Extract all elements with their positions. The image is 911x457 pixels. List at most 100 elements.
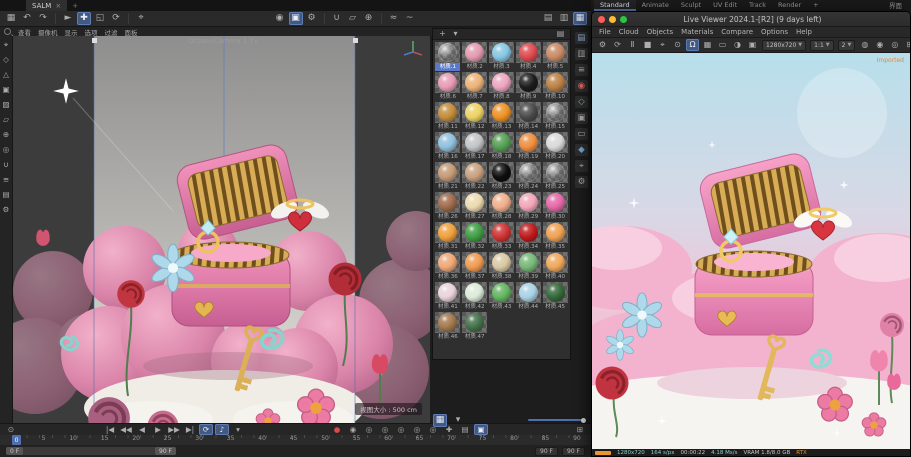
material-swatch[interactable]: 材质.19 bbox=[515, 132, 541, 161]
spline-icon[interactable]: ~ bbox=[403, 12, 417, 25]
viewport-menu-5[interactable]: 面板 bbox=[125, 27, 138, 37]
material-swatch[interactable]: 材质.14 bbox=[515, 102, 541, 131]
material-swatch[interactable]: 材质.24 bbox=[515, 162, 541, 191]
timeline-expand-icon[interactable]: ⊞ bbox=[573, 424, 587, 435]
edges-mode-icon[interactable]: ◇ bbox=[1, 54, 12, 65]
lv-menu-0[interactable]: File bbox=[599, 28, 611, 36]
live-viewer-titlebar[interactable]: Live Viewer 2024.1-[R2] (9 days left) bbox=[592, 12, 910, 27]
material-swatch[interactable]: 材质.39 bbox=[515, 252, 541, 281]
new-tab-button[interactable]: + bbox=[67, 0, 83, 11]
material-swatch[interactable]: 材质.13 bbox=[489, 102, 515, 131]
viewport-menu-3[interactable]: 选项 bbox=[85, 27, 98, 37]
lv-menu-2[interactable]: Objects bbox=[647, 28, 673, 36]
undo-icon[interactable]: ↶ bbox=[20, 12, 34, 25]
viewport-menu-4[interactable]: 过滤 bbox=[105, 27, 118, 37]
rotate-tool-icon[interactable]: ⟳ bbox=[109, 12, 123, 25]
end-frame-field[interactable]: 90 F bbox=[535, 447, 558, 456]
render-view[interactable]: Imported bbox=[592, 53, 910, 449]
material-swatch[interactable]: 材质.20 bbox=[542, 132, 568, 161]
object-manager-icon[interactable]: ▤ bbox=[541, 12, 555, 25]
material-swatch[interactable]: 材质.29 bbox=[515, 192, 541, 221]
viewport-menu-0[interactable]: 查看 bbox=[18, 27, 31, 37]
layout-tab-animate[interactable]: Animate bbox=[636, 0, 675, 11]
material-swatch[interactable]: 材质.26 bbox=[435, 192, 461, 221]
add-material-button[interactable]: + bbox=[437, 29, 448, 39]
lv-material-picker-icon[interactable]: ⊙ bbox=[671, 39, 684, 51]
lv-film-region-icon[interactable]: ▭ bbox=[716, 39, 729, 51]
material-swatch[interactable]: 材质.34 bbox=[515, 222, 541, 251]
material-swatch[interactable]: 材质.31 bbox=[435, 222, 461, 251]
material-swatch[interactable]: 材质.7 bbox=[462, 72, 488, 101]
go-to-end-button[interactable]: ▶| bbox=[183, 424, 197, 435]
lv-menu-3[interactable]: Materials bbox=[681, 28, 713, 36]
model-mode-icon[interactable]: ▣ bbox=[1, 84, 12, 95]
axis-mode-icon[interactable]: ⊕ bbox=[1, 129, 12, 140]
asset-browser-icon[interactable]: ◆ bbox=[575, 144, 588, 156]
live-selection-icon[interactable]: ► bbox=[61, 12, 75, 25]
material-swatch[interactable]: 材质.9 bbox=[515, 72, 541, 101]
coordinate-system-icon[interactable]: ⌖ bbox=[134, 12, 148, 25]
lv-menu-1[interactable]: Cloud bbox=[619, 28, 639, 36]
object-manager-icon[interactable]: ▤ bbox=[575, 32, 588, 44]
console-icon[interactable]: ▭ bbox=[575, 128, 588, 140]
layout-tab-sculpt[interactable]: Sculpt bbox=[675, 0, 707, 11]
layout-tab-uv-edit[interactable]: UV Edit bbox=[707, 0, 743, 11]
material-swatch[interactable]: 材质.8 bbox=[489, 72, 515, 101]
keyframe-scale-button[interactable]: ◎ bbox=[378, 424, 392, 435]
picture-viewer-icon[interactable]: ▣ bbox=[575, 112, 588, 124]
content-browser-icon[interactable]: ▥ bbox=[557, 12, 571, 25]
interface-menu[interactable]: 界面 bbox=[883, 0, 908, 11]
lv-stop-icon[interactable]: ■ bbox=[641, 39, 654, 51]
material-swatch[interactable]: 材质.33 bbox=[489, 222, 515, 251]
sound-toggle-button[interactable]: ♪ bbox=[215, 424, 229, 435]
material-swatch[interactable]: 材质.5 bbox=[542, 42, 568, 71]
render-view-icon[interactable]: ◉ bbox=[273, 12, 287, 25]
close-tab-icon[interactable]: × bbox=[55, 2, 61, 10]
material-panel-menu-icon[interactable]: ▤ bbox=[555, 29, 566, 39]
polygons-mode-icon[interactable]: △ bbox=[1, 69, 12, 80]
add-layout-button[interactable]: + bbox=[807, 0, 824, 11]
snap-toggle-icon[interactable]: ∪ bbox=[1, 159, 12, 170]
material-swatch[interactable]: 材质.35 bbox=[542, 222, 568, 251]
keyframe-position-button[interactable]: ◎ bbox=[362, 424, 376, 435]
octane-dialog-icon[interactable]: ◉ bbox=[575, 80, 588, 92]
modeling-settings-icon[interactable]: ⚙ bbox=[1, 204, 12, 215]
layer-manager-icon[interactable]: ≡ bbox=[575, 64, 588, 76]
material-swatch[interactable]: 材质.6 bbox=[435, 72, 461, 101]
keyframe-rotation-button[interactable]: ◎ bbox=[394, 424, 408, 435]
max-frame-field[interactable]: 90 F bbox=[562, 447, 585, 456]
lv-render-region-icon[interactable]: ▦ bbox=[701, 39, 714, 51]
locked-workplane-icon[interactable]: ▤ bbox=[1, 189, 12, 200]
snap-icon[interactable]: ∪ bbox=[330, 12, 344, 25]
material-swatch[interactable]: 材质.15 bbox=[542, 102, 568, 131]
layout-tab-standard[interactable]: Standard bbox=[594, 0, 636, 11]
keyframe-parameter-button[interactable]: ◎ bbox=[410, 424, 424, 435]
lv-restart-icon[interactable]: ⟳ bbox=[611, 39, 624, 51]
material-swatch[interactable]: 材质.30 bbox=[542, 192, 568, 221]
slider-knob[interactable] bbox=[581, 418, 586, 423]
zoom-window-button[interactable] bbox=[620, 16, 627, 23]
motion-mode-button[interactable]: ▣ bbox=[474, 424, 488, 435]
next-frame-button[interactable]: ▶▶ bbox=[167, 424, 181, 435]
workplane-mode-icon[interactable]: ▱ bbox=[1, 114, 12, 125]
material-swatch[interactable]: 材质.1 bbox=[435, 42, 461, 71]
material-swatch[interactable]: 材质.21 bbox=[435, 162, 461, 191]
lv-aov-button[interactable]: ◉ bbox=[873, 39, 886, 51]
viewport-solo-icon[interactable]: ◎ bbox=[1, 144, 12, 155]
previous-frame-button[interactable]: ◀ bbox=[135, 424, 149, 435]
go-to-start-button[interactable]: |◀ bbox=[103, 424, 117, 435]
material-swatch[interactable]: 材质.23 bbox=[489, 162, 515, 191]
timeline-ruler[interactable]: 051015202530354045505560657075808590 bbox=[0, 435, 591, 445]
resolution-select[interactable]: 1280x720 ▼ bbox=[762, 40, 806, 51]
lv-lock-resolution-icon[interactable]: Ω bbox=[686, 39, 699, 51]
material-swatch[interactable]: 材质.47 bbox=[462, 312, 488, 341]
material-swatch[interactable]: 材质.4 bbox=[515, 42, 541, 71]
playback-rate-button[interactable]: ▾ bbox=[231, 424, 245, 435]
previous-key-button[interactable]: ◀◀ bbox=[119, 424, 133, 435]
play-button[interactable]: ▶ bbox=[151, 424, 165, 435]
autokey-icon[interactable]: ⊙ bbox=[4, 424, 18, 435]
material-swatch[interactable]: 材质.32 bbox=[462, 222, 488, 251]
material-swatch[interactable]: 材质.16 bbox=[435, 132, 461, 161]
lv-snapshot-button[interactable]: ◎ bbox=[888, 39, 901, 51]
perspective-viewport[interactable]: OctaneCamera 1.Tv 视图大小 : 500 cm bbox=[13, 36, 430, 423]
